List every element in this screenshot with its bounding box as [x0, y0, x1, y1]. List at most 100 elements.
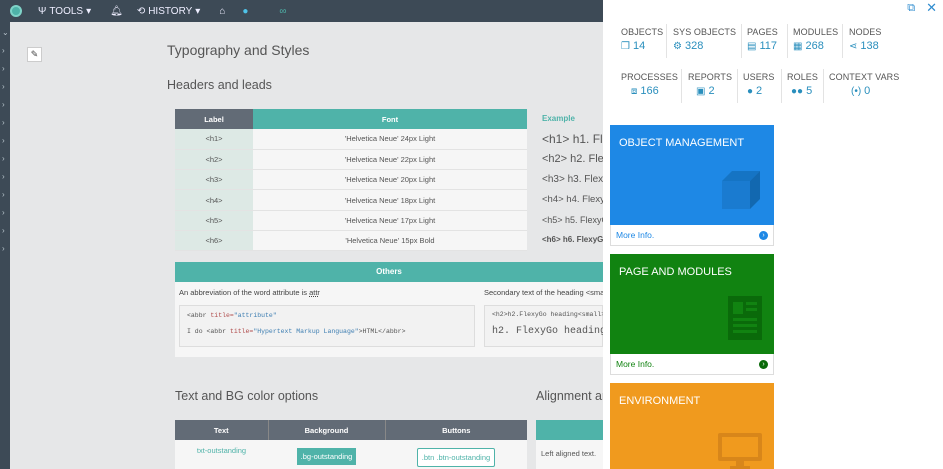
table-row: <h3> 'Helvetica Neue' 20px Light: [175, 169, 527, 191]
stat-processes[interactable]: PROCESSES ⧈ 166: [621, 72, 678, 97]
stat-users[interactable]: USERS ● 2: [743, 72, 775, 97]
stat-sys-objects[interactable]: SYS OBJECTS ⚙ 328: [673, 27, 736, 52]
abbr-code-block: <abbr title="attribute" I do <abbr title…: [179, 305, 475, 347]
tile-page-and-modules[interactable]: PAGE AND MODULES More Info. ›: [610, 254, 774, 375]
table-row: txt-outstanding .bg-outstanding .btn .bt…: [175, 440, 527, 469]
arrow-right-icon: ›: [759, 230, 768, 240]
stat-modules[interactable]: MODULES ▦ 268: [793, 27, 838, 52]
code-text: >HTML</abbr>: [358, 328, 406, 335]
stat-label: PAGES: [747, 27, 778, 37]
stat-value: 117: [759, 40, 777, 52]
stat-divider: [842, 24, 843, 58]
chevron-right-icon[interactable]: ›: [2, 82, 5, 91]
close-icon[interactable]: ✕: [926, 1, 937, 15]
link-button[interactable]: ∞: [276, 6, 286, 17]
col-header-background: Background: [268, 420, 386, 440]
chevron-right-icon[interactable]: ›: [2, 136, 5, 145]
check-circle-icon: ●: [242, 5, 249, 17]
stat-nodes[interactable]: NODES ⋖ 138: [849, 27, 882, 52]
chevron-right-icon[interactable]: ›: [2, 190, 5, 199]
stat-value: 268: [805, 40, 824, 52]
tile-environment[interactable]: ENVIRONMENT: [610, 383, 774, 469]
stat-reports[interactable]: REPORTS ▣ 2: [688, 72, 732, 97]
example-h1: <h1> h1. FlexyGo: [542, 132, 603, 146]
history-menu[interactable]: ⟲ HISTORY ▾: [137, 6, 201, 17]
tile-more-info[interactable]: More Info. ›: [610, 354, 774, 375]
secondary-description: Secondary text of the heading <small>: [484, 288, 603, 297]
tile-title: ENVIRONMENT: [619, 395, 701, 407]
main-content: ✎ Typography and Styles Headers and lead…: [10, 22, 603, 469]
stat-objects[interactable]: OBJECTS ❒ 14: [621, 27, 663, 52]
stat-roles[interactable]: ROLES ●● 5: [787, 72, 818, 97]
more-info-link[interactable]: More Info.: [616, 230, 654, 240]
code-line: <abbr title="attribute": [187, 312, 467, 319]
chevron-right-icon[interactable]: ›: [2, 46, 5, 55]
stat-pages[interactable]: PAGES ▤ 117: [747, 27, 778, 52]
stat-label: MODULES: [793, 27, 839, 37]
stat-divider: [787, 24, 788, 58]
stat-divider: [681, 69, 682, 103]
example-h5: <h5> h5. FlexyGo: [542, 215, 603, 226]
code-string: "Hypertext Markup Language": [253, 328, 359, 335]
tile-object-management[interactable]: OBJECT MANAGEMENT More Info. ›: [610, 125, 774, 246]
stat-label: PROCESSES: [621, 72, 678, 82]
chevron-down-icon[interactable]: ⌄: [2, 28, 9, 37]
edit-button[interactable]: ✎: [27, 47, 42, 62]
alignment-table: Left aligned text.: [536, 420, 603, 469]
chevron-right-icon[interactable]: ›: [2, 226, 5, 235]
pin-icon[interactable]: ⧉: [907, 2, 915, 15]
chevron-right-icon[interactable]: ›: [2, 208, 5, 217]
gears-icon: ⚙: [673, 41, 682, 52]
txt-outstanding-sample: txt-outstanding: [196, 446, 247, 455]
tile-more-info[interactable]: More Info. ›: [610, 225, 774, 246]
code-text: I do <abbr: [187, 328, 230, 335]
code-attr: title=: [210, 312, 234, 319]
tile-body: OBJECT MANAGEMENT: [610, 125, 774, 225]
row-label: <h1>: [175, 129, 253, 150]
status-button[interactable]: ●: [239, 6, 248, 17]
alignment-row: Left aligned text.: [536, 440, 603, 469]
stat-value: 2: [708, 85, 715, 97]
btn-outstanding-sample[interactable]: .btn .btn-outstanding: [416, 448, 496, 467]
chevron-right-icon[interactable]: ›: [2, 118, 5, 127]
tile-title: PAGE AND MODULES: [619, 266, 732, 278]
abbr-word: attr: [309, 288, 320, 297]
chevron-right-icon[interactable]: ›: [2, 244, 5, 253]
secondary-code-block: <h2>h2.FlexyGo heading<small> h2. FlexyG…: [484, 305, 603, 347]
more-info-link[interactable]: More Info.: [616, 359, 654, 369]
row-label: <h2>: [175, 149, 253, 171]
chevron-right-icon[interactable]: ›: [2, 172, 5, 181]
others-header: Others: [175, 262, 603, 282]
stat-context-vars[interactable]: CONTEXT VARS (•) 0: [829, 72, 899, 97]
app-logo[interactable]: [10, 5, 22, 17]
row-font: 'Helvetica Neue' 15px Bold: [253, 230, 527, 252]
code-line: <h2>h2.FlexyGo heading<small>: [492, 311, 603, 318]
row-label: <h5>: [175, 210, 253, 231]
table-row: <h2> 'Helvetica Neue' 22px Light: [175, 149, 527, 171]
chevron-right-icon[interactable]: ›: [2, 100, 5, 109]
chevron-right-icon[interactable]: ›: [2, 64, 5, 73]
table-row: <h1> 'Helvetica Neue' 24px Light: [175, 129, 527, 150]
caret-down-icon: ▾: [86, 5, 92, 17]
table-row: <h6> 'Helvetica Neue' 15px Bold: [175, 230, 527, 252]
col-header-buttons: Buttons: [385, 420, 527, 440]
col-header-example: Example: [542, 114, 575, 123]
abbr-desc-text: An abbreviation of the word attribute is: [179, 288, 310, 297]
stat-label: REPORTS: [688, 72, 733, 82]
col-header-font: Font: [253, 109, 527, 129]
code-line: I do <abbr title="Hypertext Markup Langu…: [187, 328, 467, 335]
home-button[interactable]: ⌂: [216, 6, 225, 17]
tools-menu[interactable]: Ψ TOOLS ▾: [38, 6, 91, 17]
history-icon: ⟲: [136, 5, 146, 17]
stat-value: 2: [756, 85, 763, 97]
cell-background: .bg-outstanding: [268, 440, 385, 469]
arrow-right-icon: ›: [759, 359, 768, 369]
secondary-rendered: h2. FlexyGo heading: [492, 326, 603, 337]
page-icon: ▤: [747, 41, 757, 52]
stat-label: CONTEXT VARS: [829, 72, 900, 82]
stat-value: 5: [806, 85, 813, 97]
cube-icon: ❒: [621, 41, 630, 52]
chevron-right-icon[interactable]: ›: [2, 154, 5, 163]
tile-title: OBJECT MANAGEMENT: [619, 137, 745, 149]
notifications-button[interactable]: 🔔︎: [107, 6, 123, 17]
